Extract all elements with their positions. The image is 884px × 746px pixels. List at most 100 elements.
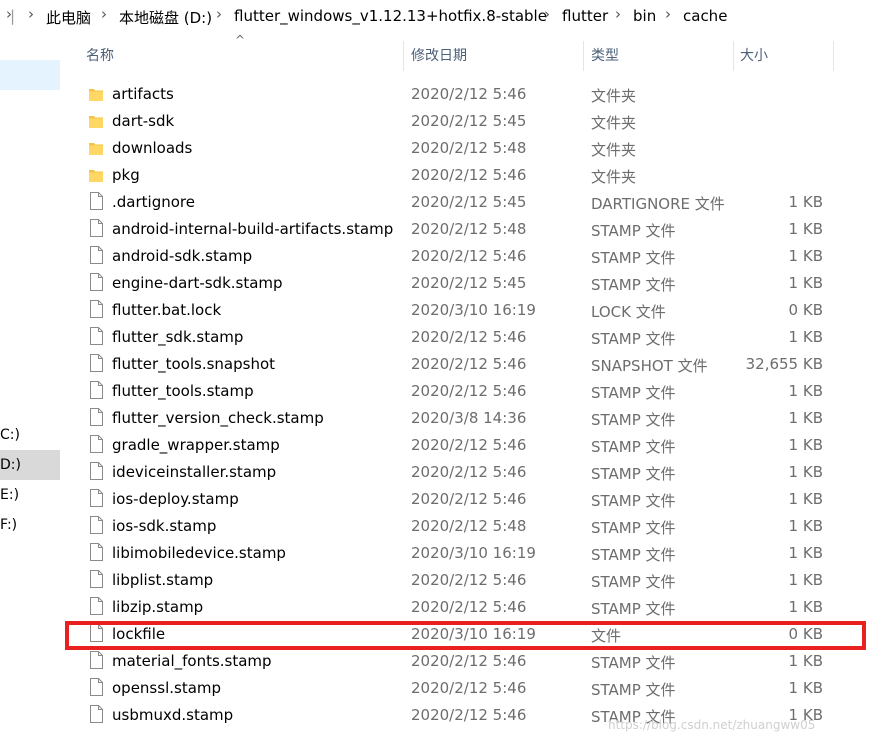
file-name: flutter_version_check.stamp	[112, 409, 324, 427]
file-name: pkg	[112, 166, 140, 184]
file-date: 2020/2/12 5:48	[411, 220, 527, 238]
file-icon	[90, 300, 103, 318]
breadcrumb-local-disk[interactable]: 本地磁盘 (D:)	[119, 7, 212, 28]
file-type: STAMP 文件	[591, 411, 676, 429]
column-header-type[interactable]: 类型	[591, 41, 619, 71]
file-row[interactable]: libzip.stamp 2020/2/12 5:46 STAMP 文件 1 KB	[78, 594, 858, 621]
file-name: flutter_tools.stamp	[112, 382, 254, 400]
nav-item-drive-c[interactable]: C:)	[0, 420, 60, 450]
column-divider[interactable]	[583, 41, 584, 71]
file-date: 2020/2/12 5:46	[411, 328, 527, 346]
file-row[interactable]: flutter_version_check.stamp 2020/3/8 14:3…	[78, 405, 858, 432]
file-type: STAMP 文件	[591, 330, 676, 348]
file-icon	[90, 408, 103, 426]
file-type: 文件夹	[591, 114, 637, 132]
column-divider[interactable]	[833, 41, 834, 71]
breadcrumb-bin[interactable]: bin	[633, 7, 656, 25]
file-row[interactable]: .dartignore 2020/2/12 5:45 DARTIGNORE 文件 1 …	[78, 189, 858, 216]
breadcrumb-cache[interactable]: cache	[683, 7, 727, 25]
file-size: 1 KB	[788, 679, 823, 697]
file-type: STAMP 文件	[591, 438, 676, 456]
file-name: material_fonts.stamp	[112, 652, 272, 670]
file-row[interactable]: libplist.stamp 2020/2/12 5:46 STAMP 文件 1 KB	[78, 567, 858, 594]
file-icon	[90, 273, 103, 291]
file-row[interactable]: pkg 2020/2/12 5:46 文件夹	[78, 162, 858, 189]
file-row[interactable]: artifacts 2020/2/12 5:46 文件夹	[78, 81, 858, 108]
file-name: android-internal-build-artifacts.stamp	[112, 220, 394, 238]
file-type: 文件夹	[591, 168, 637, 186]
file-row[interactable]: flutter_tools.stamp 2020/2/12 5:46 STAMP 文…	[78, 378, 858, 405]
file-size: 1 KB	[788, 328, 823, 346]
column-divider[interactable]	[403, 41, 404, 71]
folder-icon	[89, 168, 103, 182]
file-icon	[90, 219, 103, 237]
chevron-right-icon[interactable]: ›	[544, 5, 550, 23]
file-row[interactable]: android-sdk.stamp 2020/2/12 5:46 STAMP 文件 1…	[78, 243, 858, 270]
file-row[interactable]: engine-dart-sdk.stamp 2020/2/12 5:45 STAMP…	[78, 270, 858, 297]
file-date: 2020/2/12 5:46	[411, 706, 527, 724]
nav-item-drive-e[interactable]: E:)	[0, 480, 60, 510]
file-date: 2020/3/8 14:36	[411, 409, 527, 427]
file-row[interactable]: dart-sdk 2020/2/12 5:45 文件夹	[78, 108, 858, 135]
file-date: 2020/2/12 5:48	[411, 139, 527, 157]
file-type: STAMP 文件	[591, 384, 676, 402]
file-name: engine-dart-sdk.stamp	[112, 274, 283, 292]
file-row[interactable]: gradle_wrapper.stamp 2020/2/12 5:46 STAMP …	[78, 432, 858, 459]
file-type: STAMP 文件	[591, 276, 676, 294]
file-name: openssl.stamp	[112, 679, 222, 697]
file-name: downloads	[112, 139, 193, 157]
file-size: 1 KB	[788, 436, 823, 454]
file-row[interactable]: material_fonts.stamp 2020/2/12 5:46 STAMP …	[78, 648, 858, 675]
file-row[interactable]: flutter_sdk.stamp 2020/2/12 5:46 STAMP 文件 1…	[78, 324, 858, 351]
breadcrumb-flutter-windows[interactable]: flutter_windows_v1.12.13+hotfix.8-stable	[234, 7, 547, 25]
file-name: flutter_sdk.stamp	[112, 328, 244, 346]
file-name: .dartignore	[112, 193, 195, 211]
chevron-right-icon[interactable]: ›	[101, 5, 107, 23]
file-name: libplist.stamp	[112, 571, 214, 589]
file-icon	[90, 381, 103, 399]
file-row[interactable]: ios-deploy.stamp 2020/2/12 5:46 STAMP 文件 1 …	[78, 486, 858, 513]
file-icon	[90, 489, 103, 507]
file-name: libzip.stamp	[112, 598, 204, 616]
column-header-date[interactable]: 修改日期	[411, 41, 467, 71]
file-row[interactable]: openssl.stamp 2020/2/12 5:46 STAMP 文件 1 KB	[78, 675, 858, 702]
file-name: gradle_wrapper.stamp	[112, 436, 280, 454]
chevron-right-icon[interactable]: ›	[615, 5, 621, 23]
column-header-size[interactable]: 大小	[740, 41, 768, 71]
nav-item-drive-d[interactable]: D:)	[0, 450, 60, 480]
file-row[interactable]: libimobiledevice.stamp 2020/3/10 16:19 STA…	[78, 540, 858, 567]
breadcrumb-this-pc[interactable]: 此电脑	[46, 7, 91, 28]
file-date: 2020/2/12 5:46	[411, 463, 527, 481]
address-bar[interactable]: › | › 此电脑 › 本地磁盘 (D:) › flutter_windows_…	[0, 0, 884, 34]
file-row[interactable]: flutter.bat.lock 2020/3/10 16:19 LOCK 文件 0 …	[78, 297, 858, 324]
file-type: SNAPSHOT 文件	[591, 357, 708, 375]
sort-ascending-icon: ^	[235, 33, 246, 47]
chevron-right-icon[interactable]: ›	[216, 5, 222, 23]
file-size: 1 KB	[788, 247, 823, 265]
file-name: ios-sdk.stamp	[112, 517, 217, 535]
file-date: 2020/3/10 16:19	[411, 544, 536, 562]
file-row[interactable]: flutter_tools.snapshot 2020/2/12 5:46 SNAP…	[78, 351, 858, 378]
chevron-right-icon[interactable]: ›	[665, 5, 671, 23]
file-size: 1 KB	[788, 652, 823, 670]
nav-item-drive-f[interactable]: F:)	[0, 510, 60, 540]
file-icon	[90, 246, 103, 264]
column-header-name[interactable]: 名称	[86, 41, 114, 71]
file-type: STAMP 文件	[591, 573, 676, 591]
file-date: 2020/2/12 5:45	[411, 112, 527, 130]
file-icon	[90, 543, 103, 561]
file-size: 1 KB	[788, 517, 823, 535]
file-row[interactable]: ios-sdk.stamp 2020/2/12 5:48 STAMP 文件 1 KB	[78, 513, 858, 540]
file-row[interactable]: ideviceinstaller.stamp 2020/2/12 5:46 STAM…	[78, 459, 858, 486]
file-name: flutter_tools.snapshot	[112, 355, 276, 373]
navigation-pane[interactable]: C:) D:) E:) F:)	[0, 33, 61, 746]
breadcrumb-flutter[interactable]: flutter	[562, 7, 608, 25]
file-row[interactable]: downloads 2020/2/12 5:48 文件夹	[78, 135, 858, 162]
file-row[interactable]: android-internal-build-artifacts.stamp 20…	[78, 216, 858, 243]
watermark: https://blog.csdn.net/zhuangww05	[608, 718, 816, 732]
column-divider[interactable]	[733, 41, 734, 71]
file-name: dart-sdk	[112, 112, 175, 130]
file-type: 文件夹	[591, 141, 637, 159]
nav-item-selected[interactable]	[0, 60, 60, 90]
file-size: 1 KB	[788, 544, 823, 562]
